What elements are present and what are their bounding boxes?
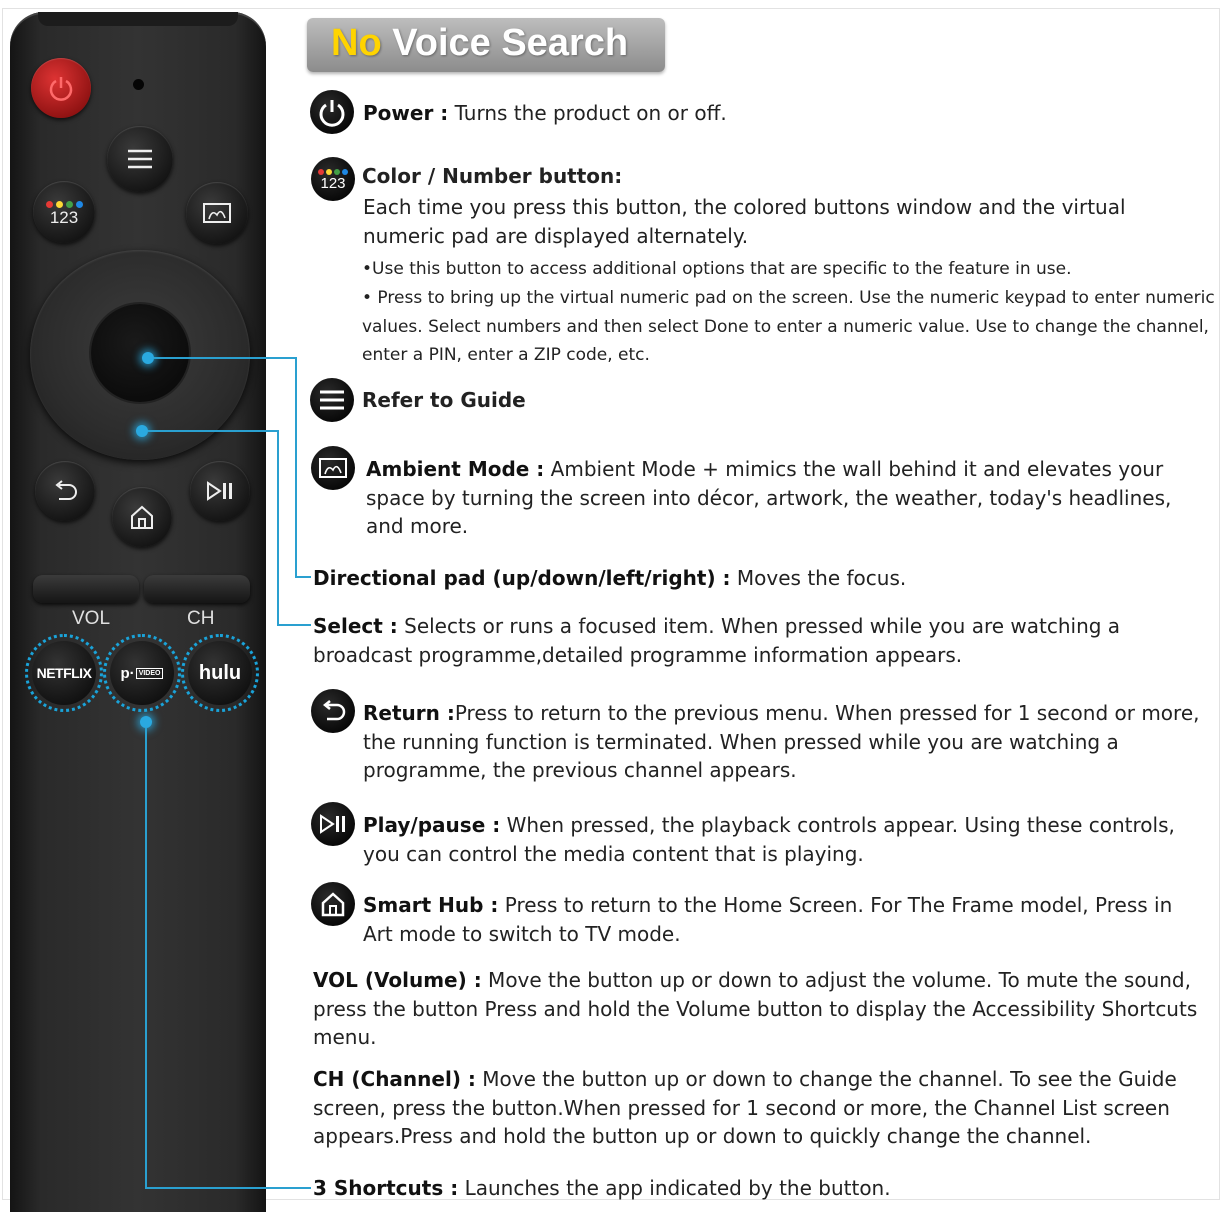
play-pause-desc: Play/pause : When pressed, the playback … <box>363 811 1208 868</box>
dpad-connector-v <box>277 430 279 626</box>
color-number-title: Color / Number button: <box>362 164 623 188</box>
guide-title: Refer to Guide <box>362 388 526 412</box>
remote-num-label: 123 <box>49 207 79 227</box>
banner-rest: Voice Search <box>381 22 629 64</box>
smart-hub-title: Smart Hub : <box>363 893 499 917</box>
menu-icon <box>128 149 152 169</box>
remote-vol-rocker <box>33 575 139 603</box>
red-dot <box>45 200 53 208</box>
shortcuts-connector-v <box>145 728 147 1188</box>
remote-play-pause-button <box>190 461 250 521</box>
play-pause-title: Play/pause : <box>363 813 501 837</box>
select-connector-v <box>295 357 297 578</box>
color-number-desc: Each time you press this button, the col… <box>363 195 1126 248</box>
power-text: Turns the product on or off. <box>448 101 727 125</box>
power-icon <box>319 100 345 127</box>
color-number-bullet-2: • Press to bring up the virtual numeric … <box>362 288 1215 365</box>
ambient-desc-icon <box>311 446 355 490</box>
vol-desc: VOL (Volume) : Move the button up or dow… <box>313 966 1223 1052</box>
shortcuts-callout-dot <box>140 716 152 728</box>
select-desc: Select : Selects or runs a focused item.… <box>313 612 1153 669</box>
ch-desc: CH (Channel) : Move the button up or dow… <box>313 1065 1203 1151</box>
remote-power-button <box>31 58 91 118</box>
dpad-text: Moves the focus. <box>730 566 907 590</box>
power-icon <box>49 77 73 101</box>
shortcuts-connector-h <box>145 1187 311 1189</box>
remote-mic-hole <box>133 79 144 90</box>
banner-title: No Voice Search <box>331 22 628 65</box>
yellow-dot <box>55 200 63 208</box>
return-title: Return : <box>363 701 455 725</box>
return-text: Press to return to the previous menu. Wh… <box>363 701 1200 782</box>
ambient-desc: Ambient Mode : Ambient Mode + mimics the… <box>366 455 1196 541</box>
return-desc: Return :Press to return to the previous … <box>363 699 1223 785</box>
remote-return-button <box>35 461 95 521</box>
color-dots <box>45 200 83 208</box>
home-icon <box>131 505 153 529</box>
remote-ambient-button <box>186 182 248 244</box>
power-title: Power : <box>363 101 449 125</box>
blue-dot <box>75 200 83 208</box>
guide-desc-icon <box>310 378 354 422</box>
smart-hub-desc: Smart Hub : Press to return to the Home … <box>363 891 1208 948</box>
play-pause-desc-icon <box>311 802 355 846</box>
dpad-callout-dot <box>136 425 148 437</box>
return-desc-icon <box>311 689 355 733</box>
smart-hub-desc-icon <box>311 882 355 926</box>
remote-prime-video-button: p· VIDEO <box>103 634 181 712</box>
play-pause-icon <box>207 481 232 501</box>
color-number-desc-icon: 123 <box>311 157 355 201</box>
vol-title: VOL (Volume) : <box>313 968 482 992</box>
return-icon <box>55 480 77 500</box>
dpad-connector-h2 <box>277 624 311 626</box>
select-title: Select : <box>313 614 398 638</box>
select-text: Selects or runs a focused item. When pre… <box>313 614 1121 667</box>
remote-ch-rocker <box>144 575 250 603</box>
power-desc: Power : Turns the product on or off. <box>363 99 1203 128</box>
ambient-icon <box>319 458 347 478</box>
select-callout-dot <box>142 352 154 364</box>
play-pause-icon <box>320 814 345 834</box>
shortcuts-text: Launches the app indicated by the button… <box>458 1176 891 1200</box>
remote-top-cap <box>38 12 238 26</box>
ambient-icon <box>203 203 231 223</box>
shortcuts-title: 3 Shortcuts : <box>313 1176 459 1200</box>
hulu-label: hulu <box>198 661 242 684</box>
color-number-bullet-1: •Use this button to access additional op… <box>362 259 1072 279</box>
remote-menu-button <box>107 126 173 192</box>
remote-color-number-button: 123 <box>33 181 95 243</box>
select-connector-h1 <box>154 357 296 359</box>
ch-title: CH (Channel) : <box>313 1067 476 1091</box>
ambient-title: Ambient Mode : <box>366 457 545 481</box>
banner-highlight: No <box>331 22 382 64</box>
color-icon-label: 123 <box>320 174 346 192</box>
return-icon <box>322 700 346 721</box>
remote-select-button <box>91 304 189 402</box>
title-banner: No Voice Search <box>307 18 665 72</box>
green-dot <box>65 200 73 208</box>
remote-vol-label: VOL <box>72 608 111 629</box>
home-icon <box>321 892 345 917</box>
dpad-connector-h1 <box>148 430 278 432</box>
remote-home-button <box>112 487 172 547</box>
prime-label: p· <box>120 664 135 682</box>
remote-hulu-button: hulu <box>181 634 259 712</box>
menu-icon <box>320 390 344 410</box>
remote-netflix-button: NETFLIX <box>25 634 103 712</box>
shortcuts-desc: 3 Shortcuts : Launches the app indicated… <box>313 1174 1203 1203</box>
remote-ch-label: CH <box>187 608 215 629</box>
dpad-desc: Directional pad (up/down/left/right) : M… <box>313 564 1203 593</box>
dpad-title: Directional pad (up/down/left/right) : <box>313 566 731 590</box>
video-label: VIDEO <box>135 667 164 679</box>
select-connector-h2 <box>295 576 311 578</box>
netflix-label: NETFLIX <box>36 665 92 681</box>
power-desc-icon <box>310 90 354 134</box>
